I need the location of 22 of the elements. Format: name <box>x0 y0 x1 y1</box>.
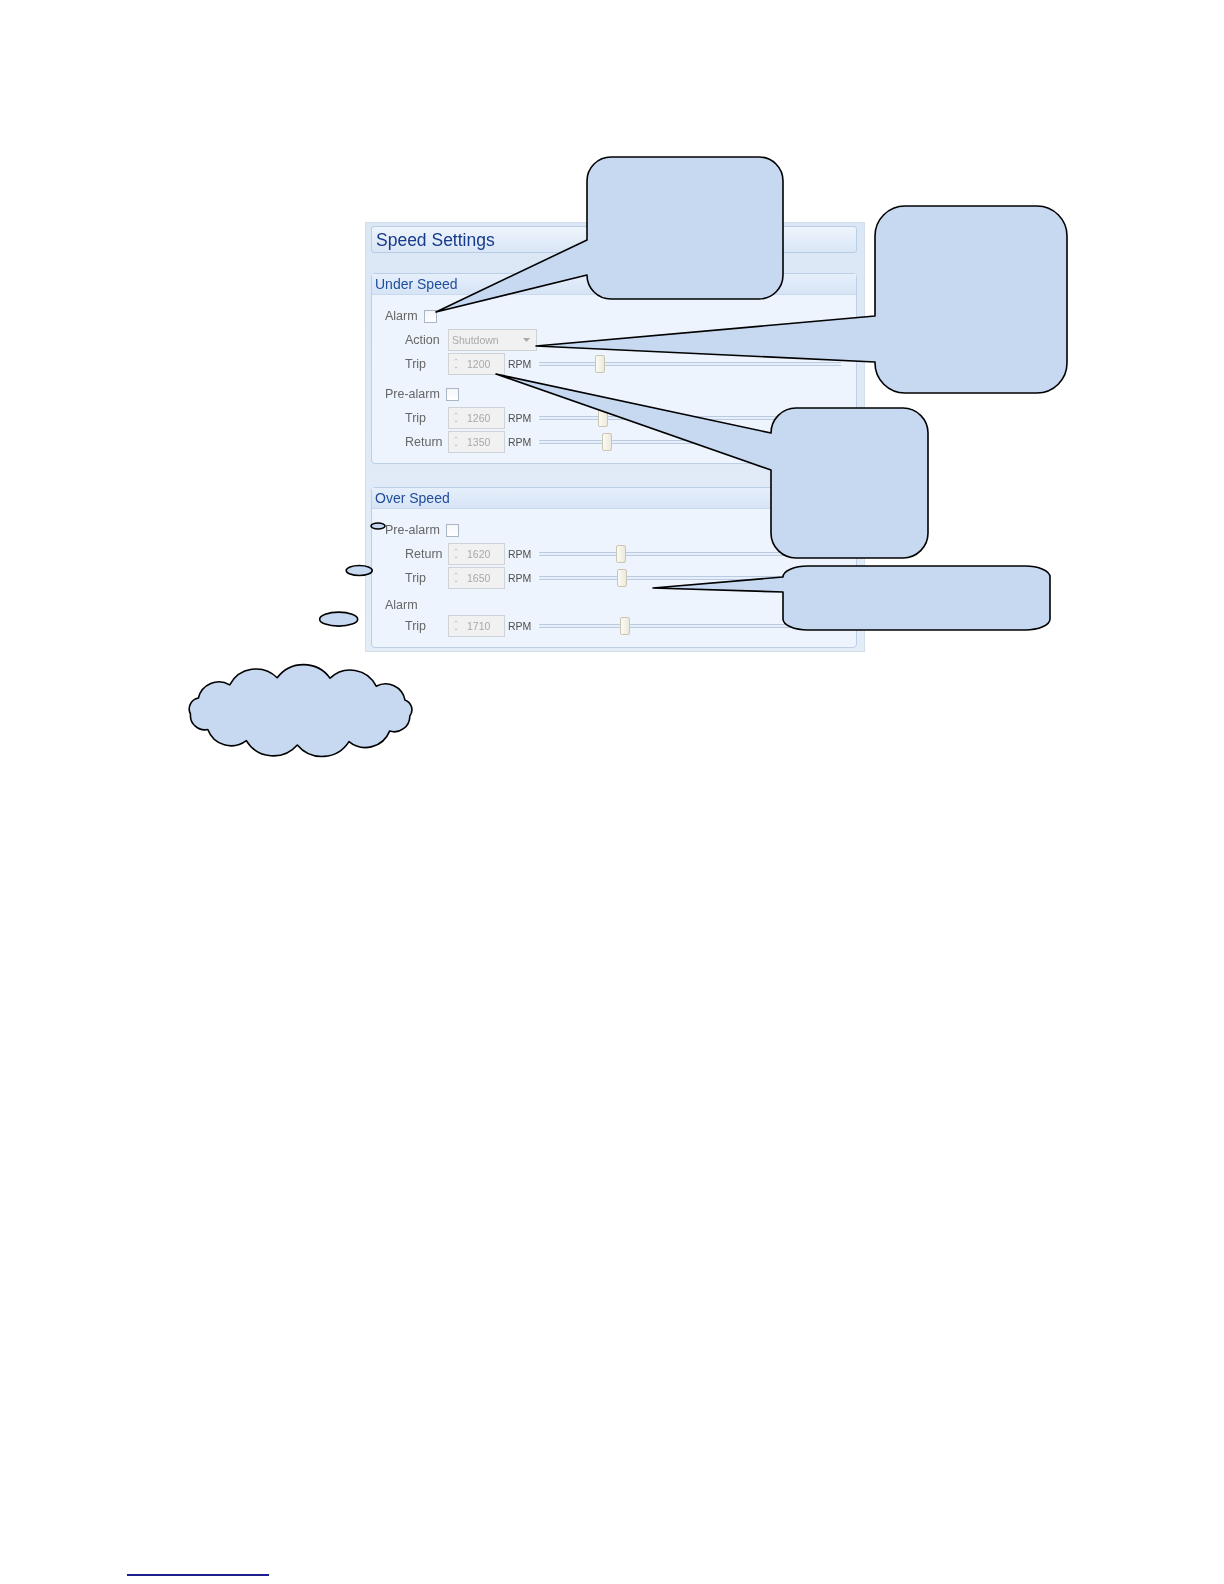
thought-bubble <box>318 611 359 627</box>
field-label: Return <box>405 434 444 449</box>
section-label: Alarm <box>385 598 418 612</box>
checkbox[interactable] <box>445 387 459 401</box>
unit-label: RPM <box>508 619 532 632</box>
field-label: Trip <box>405 356 428 371</box>
checkbox-label: Pre-alarm <box>385 387 440 401</box>
checkbox-label: Pre-alarm <box>385 523 440 537</box>
checkbox[interactable] <box>445 523 459 537</box>
unit-label: RPM <box>508 357 532 370</box>
checkbox-label: Alarm <box>385 309 418 323</box>
field-label: Trip <box>405 570 428 585</box>
field-label: Trip <box>405 410 428 425</box>
unit-label: RPM <box>508 547 532 560</box>
unit-label: RPM <box>508 435 532 448</box>
checkbox[interactable] <box>423 309 437 323</box>
caret-icon <box>523 337 530 342</box>
field-label: Return <box>405 546 444 561</box>
field-label: Trip <box>405 618 428 633</box>
unit-label: RPM <box>508 411 532 424</box>
field-label: Action <box>405 332 441 347</box>
unit-label: RPM <box>508 571 532 584</box>
